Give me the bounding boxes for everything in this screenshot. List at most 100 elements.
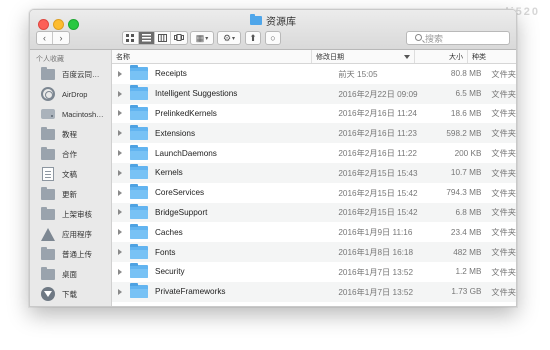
file-date: 2016年2月15日 15:42 [338, 208, 418, 218]
sidebar-item-tutorials[interactable]: 教程 [30, 124, 111, 144]
disclosure-triangle-icon[interactable] [118, 150, 122, 157]
sidebar-item-cooperation[interactable]: 合作 [30, 144, 111, 164]
icon-view-button[interactable] [123, 32, 139, 44]
arrange-grid-icon: ▦ [195, 32, 205, 43]
file-date: 2016年1月9日 11:16 [338, 228, 413, 238]
arrange-button[interactable]: ▦ ▾ [190, 31, 214, 45]
back-button[interactable]: ‹ [37, 32, 53, 44]
share-button[interactable]: ⬆ [245, 31, 261, 45]
table-row[interactable]: Intelligent Suggestions 2016年2月22日 09:09 6… [112, 83, 516, 104]
table-row[interactable]: Extensions 2016年2月16日 11:23 598.2 MB 文件夹 [112, 123, 516, 144]
file-size: 10.7 MB [450, 168, 482, 178]
file-name: Kernels [155, 168, 183, 178]
sidebar-item-baidu-cloud[interactable]: 百度云同… [30, 64, 111, 84]
sidebar-item-updates[interactable]: 更新 [30, 184, 111, 204]
file-name: Security [155, 267, 185, 277]
file-kind: 文件夹 [491, 188, 516, 198]
disclosure-triangle-icon[interactable] [118, 110, 122, 117]
chevron-right-icon: › [59, 33, 63, 43]
folder-icon [130, 203, 148, 219]
sidebar-item-label: 教程 [62, 129, 77, 139]
coverflow-view-button[interactable] [171, 32, 187, 44]
sort-descending-icon [404, 54, 410, 59]
disclosure-triangle-icon[interactable] [118, 90, 122, 97]
table-row[interactable]: Kernels 2016年2月15日 15:43 10.7 MB 文件夹 [112, 162, 516, 183]
sidebar-item-label: 桌面 [62, 269, 77, 279]
list-view-button[interactable] [139, 32, 155, 44]
file-kind: 文件夹 [491, 69, 516, 79]
file-date: 2016年2月16日 11:24 [338, 109, 417, 119]
disclosure-triangle-icon[interactable] [118, 209, 122, 216]
file-kind: 文件夹 [491, 208, 516, 218]
file-name: PrivateFrameworks [155, 287, 226, 297]
sidebar-item-label: 文稿 [62, 169, 77, 179]
file-size: 80.8 MB [450, 69, 482, 79]
table-row[interactable]: CoreServices 2016年2月15日 15:42 794.3 MB 文件夹 [112, 182, 516, 203]
folder-icon [41, 146, 55, 160]
column-header-size[interactable]: 大小 [415, 50, 468, 63]
sidebar-item-desktop[interactable]: 桌面 [30, 264, 111, 284]
file-size: 1.2 MB [455, 267, 482, 277]
column-header-label: 大小 [449, 53, 463, 61]
file-name: Intelligent Suggestions [155, 89, 238, 99]
action-button[interactable]: ⚙ ▾ [217, 31, 241, 45]
window-title-text: 资源库 [266, 17, 296, 28]
sidebar-item-downloads[interactable]: 下载 [30, 284, 111, 304]
sidebar-item-documents[interactable]: 文稿 [30, 164, 111, 184]
sidebar-item-review[interactable]: 上架审核 [30, 204, 111, 224]
table-row[interactable]: Security 2016年1月7日 13:52 1.2 MB 文件夹 [112, 261, 516, 282]
disclosure-triangle-icon[interactable] [118, 130, 122, 137]
folder-icon [41, 66, 55, 80]
file-date: 2016年2月15日 15:42 [338, 188, 418, 198]
disclosure-triangle-icon[interactable] [118, 169, 122, 176]
disclosure-triangle-icon[interactable] [118, 229, 122, 236]
file-date: 2016年1月7日 13:52 [338, 267, 414, 277]
file-date: 2016年2月22日 09:09 [338, 89, 418, 99]
sidebar-item-airdrop[interactable]: AirDrop [30, 84, 111, 104]
sidebar-item-label: 下载 [62, 289, 77, 299]
chevron-left-icon: ‹ [43, 33, 46, 43]
column-header-kind[interactable]: 种类 [468, 50, 516, 63]
file-kind: 文件夹 [491, 109, 516, 119]
table-row[interactable]: LaunchDaemons 2016年2月16日 11:22 200 KB 文件夹 [112, 143, 516, 163]
documents-icon [42, 167, 54, 181]
disclosure-triangle-icon[interactable] [118, 268, 122, 275]
sidebar-section-title: 个人收藏 [36, 56, 64, 63]
file-kind: 文件夹 [491, 228, 516, 238]
chevron-down-icon: ▾ [205, 35, 209, 42]
table-row[interactable]: PrelinkedKernels 2016年2月16日 11:24 18.6 MB 文… [112, 103, 516, 124]
file-date: 2016年2月16日 11:22 [338, 149, 417, 159]
disclosure-triangle-icon[interactable] [118, 70, 122, 77]
disclosure-triangle-icon[interactable] [118, 249, 122, 256]
file-kind: 文件夹 [491, 89, 516, 99]
column-header-name[interactable]: 名称 [112, 50, 312, 63]
tag-button[interactable]: ○ [265, 31, 281, 45]
column-header-date[interactable]: 修改日期 [312, 50, 415, 63]
file-date: 前天 15:05 [338, 69, 378, 79]
folder-icon [41, 206, 55, 220]
disclosure-triangle-icon[interactable] [118, 189, 122, 196]
column-header-row: 名称 修改日期 大小 种类 [112, 50, 516, 64]
disclosure-triangle-icon[interactable] [118, 288, 122, 295]
forward-button[interactable]: › [53, 32, 69, 44]
table-row[interactable]: BridgeSupport 2016年2月15日 15:42 6.8 MB 文件夹 [112, 202, 516, 223]
downloads-icon [41, 287, 55, 301]
sidebar-item-upload[interactable]: 普通上传 [30, 244, 111, 264]
list-view-icon [142, 34, 151, 42]
sidebar-item-macintosh-hd[interactable]: Macintosh… [30, 104, 111, 124]
column-header-label: 名称 [116, 53, 130, 61]
search-field[interactable]: 搜索 [406, 31, 510, 45]
table-row[interactable]: Receipts 前天 15:05 80.8 MB 文件夹 [112, 64, 516, 84]
folder-icon [130, 124, 148, 140]
file-rows: Receipts 前天 15:05 80.8 MB 文件夹 Intelligent S… [112, 64, 516, 302]
sidebar-item-label: 上架审核 [62, 209, 92, 219]
file-size: 200 KB [454, 148, 482, 158]
column-view-button[interactable] [155, 32, 171, 44]
table-row[interactable]: Caches 2016年1月9日 11:16 23.4 MB 文件夹 [112, 222, 516, 243]
table-row[interactable]: Fonts 2016年1月8日 16:18 482 MB 文件夹 [112, 242, 516, 262]
column-view-icon [158, 34, 167, 42]
file-name: Receipts [155, 69, 187, 79]
share-icon: ⬆ [249, 32, 257, 43]
sidebar-item-applications[interactable]: 应用程序 [30, 224, 111, 244]
table-row[interactable]: PrivateFrameworks 2016年1月7日 13:52 1.73 GB 文… [112, 281, 516, 302]
